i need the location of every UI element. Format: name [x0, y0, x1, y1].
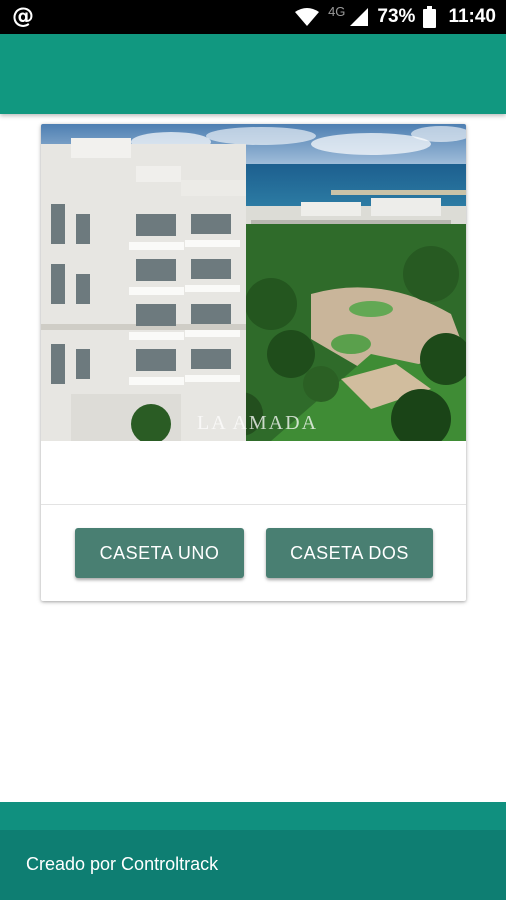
wifi-icon: [294, 7, 320, 27]
location-card: LA AMADA CASETA UNO CASETA DOS: [41, 124, 466, 601]
network-type-label: 4G: [328, 3, 346, 19]
battery-icon: [423, 6, 437, 28]
caseta-uno-button[interactable]: CASETA UNO: [75, 528, 244, 578]
battery-percent: 73%: [377, 6, 416, 27]
hero-image: LA AMADA: [41, 124, 466, 441]
footer-credit: Creado por Controltrack: [26, 854, 219, 874]
signal-icon: [349, 7, 369, 27]
app-bar: [0, 34, 506, 114]
footer: Creado por Controltrack: [0, 802, 506, 900]
footer-band: [0, 802, 506, 830]
at-sign-icon: @: [12, 4, 34, 29]
clock: 11:40: [448, 6, 496, 27]
card-divider: [41, 504, 466, 505]
image-watermark: LA AMADA: [197, 412, 318, 434]
status-bar: @ 4G 73% 11:40: [0, 0, 506, 34]
caseta-dos-button[interactable]: CASETA DOS: [266, 528, 433, 578]
